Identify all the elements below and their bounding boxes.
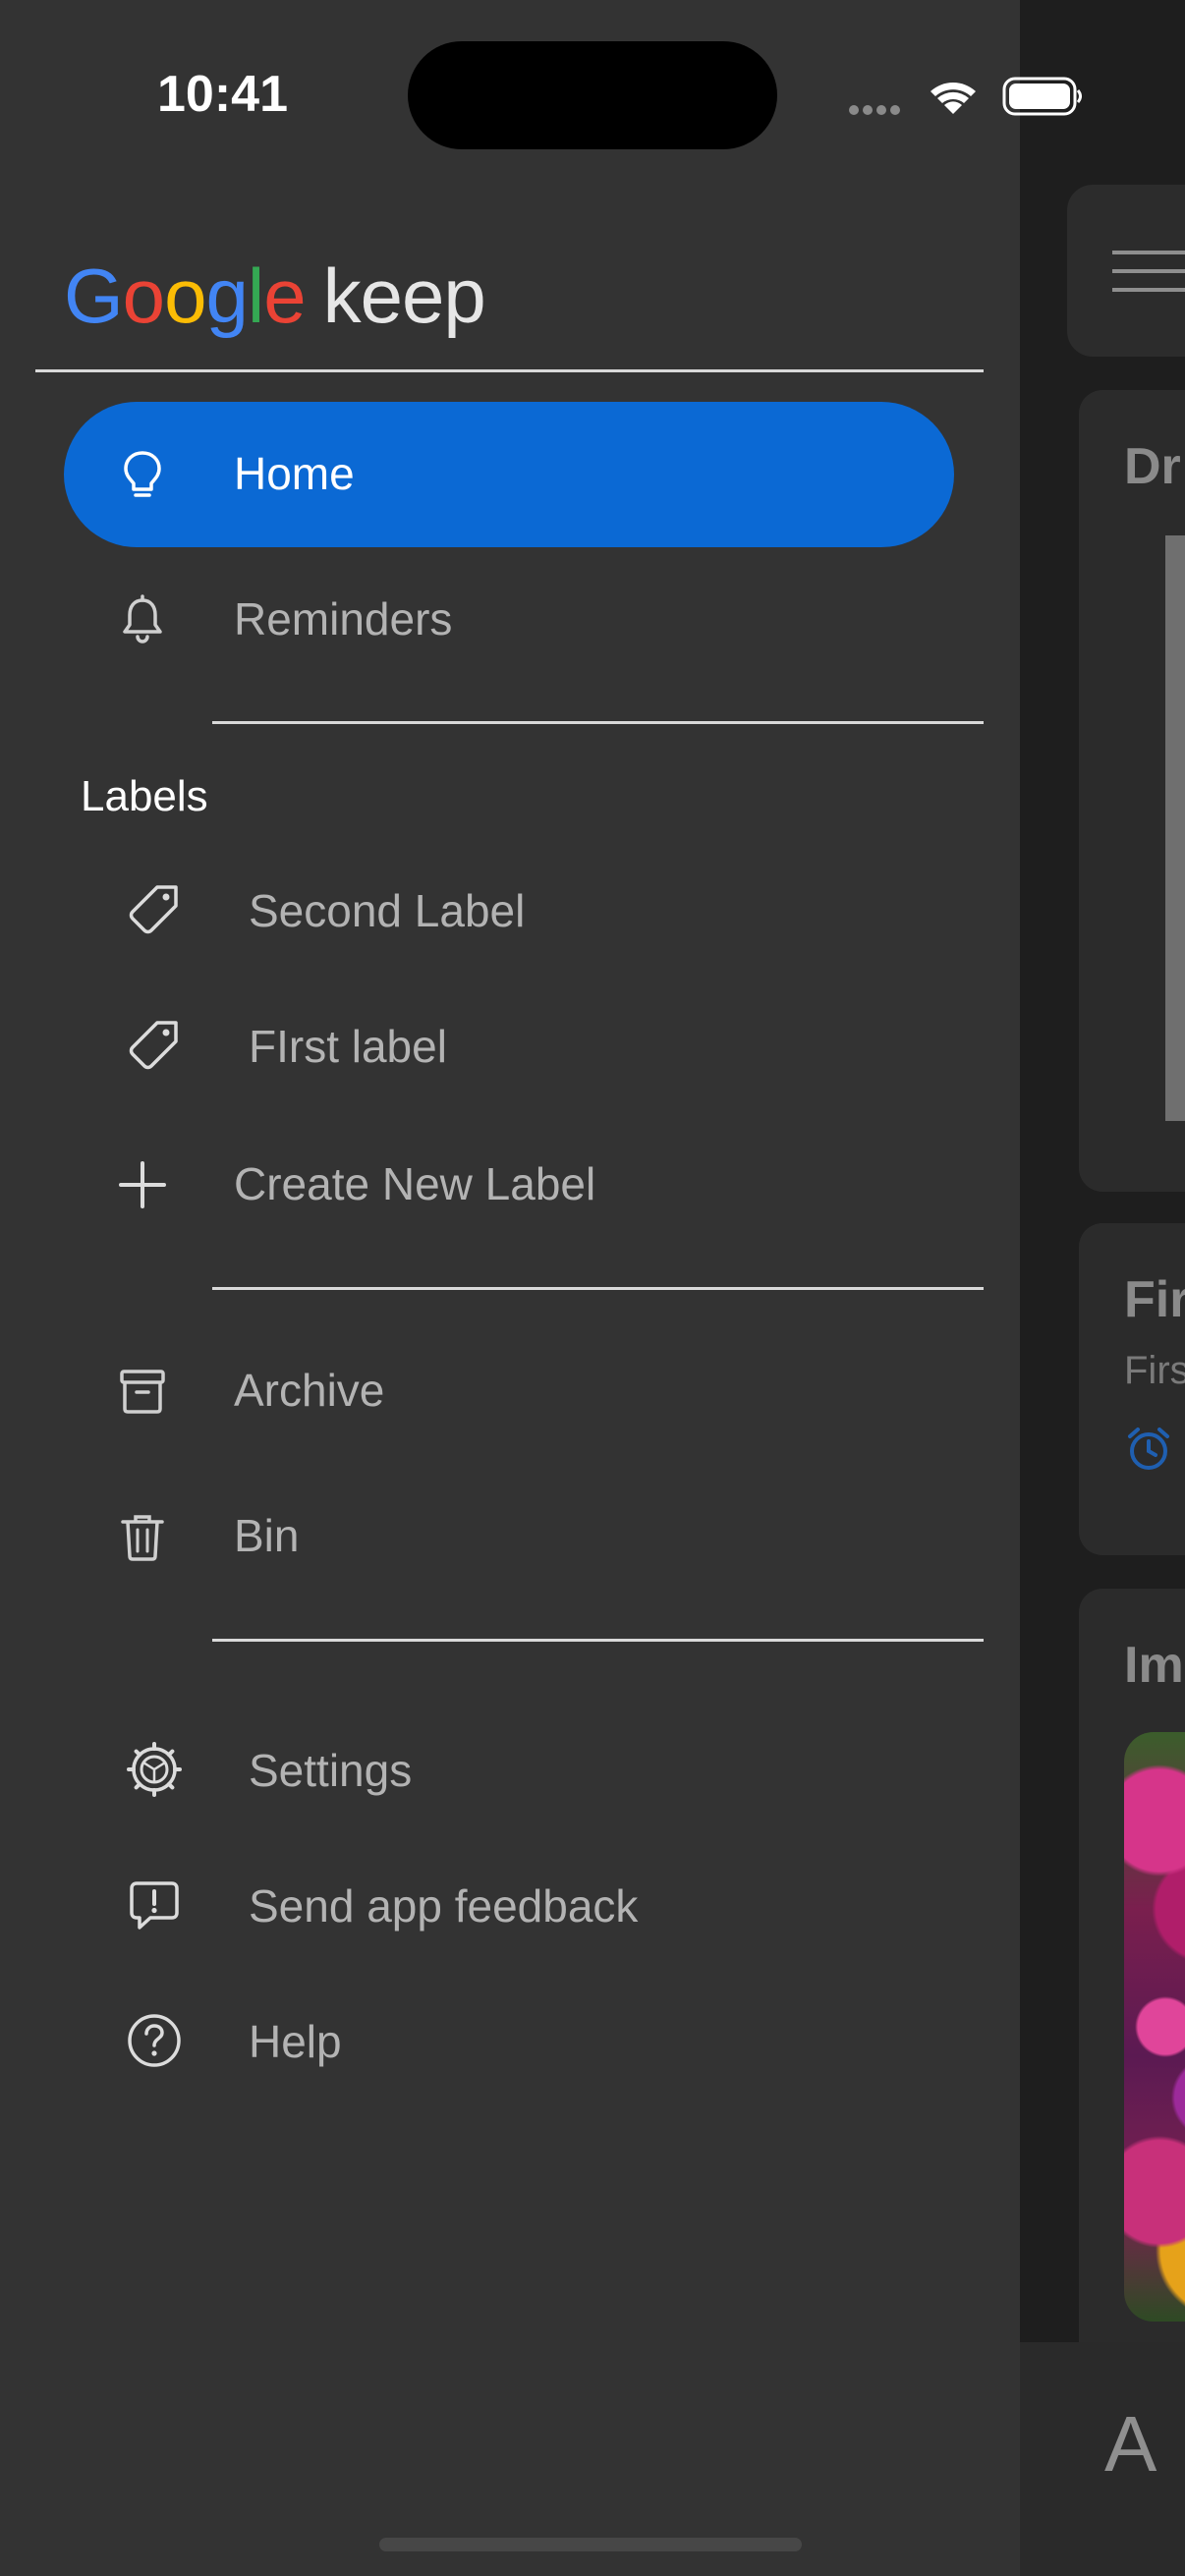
divider xyxy=(212,1639,984,1642)
nav-item-reminders[interactable]: Reminders xyxy=(64,547,954,693)
navigation-drawer: 10:41 Google keep Home Reminders Labels … xyxy=(0,0,1082,2576)
note-card-drawing[interactable]: Dr xyxy=(1079,390,1185,1192)
bottom-toolbar xyxy=(1020,2342,1185,2576)
status-time: 10:41 xyxy=(157,66,288,123)
note-drawing-preview xyxy=(1165,535,1185,1121)
logo-google-wordmark: Google xyxy=(64,252,307,339)
battery-icon xyxy=(1002,77,1082,116)
nav-label-bin: Bin xyxy=(234,1510,300,1561)
dynamic-island xyxy=(408,41,777,149)
label-item-second-label[interactable]: Second Label xyxy=(64,851,954,969)
tag-icon xyxy=(129,1021,178,1070)
status-icons xyxy=(849,77,1082,116)
divider xyxy=(35,369,984,372)
lightbulb-icon xyxy=(124,451,161,497)
feedback-icon xyxy=(130,1881,179,1930)
logo-letter: e xyxy=(263,252,306,339)
divider xyxy=(212,1287,984,1290)
logo-letter: o xyxy=(122,252,165,339)
note-card-image[interactable]: Im xyxy=(1079,1589,1185,2375)
nav-label-home: Home xyxy=(234,448,355,499)
logo-letter: g xyxy=(205,252,248,339)
plus-icon xyxy=(119,1161,166,1208)
note-title: Dr xyxy=(1124,438,1181,495)
labels-heading: Labels xyxy=(81,772,208,820)
logo-letter: l xyxy=(247,252,264,339)
label-name: Second Label xyxy=(249,885,526,936)
app-logo: Google keep xyxy=(64,252,486,341)
gear-icon xyxy=(127,1742,182,1797)
nav-item-settings[interactable]: Settings xyxy=(64,1710,954,1828)
note-title: Im xyxy=(1124,1637,1184,1694)
help-icon xyxy=(128,2014,181,2067)
note-body: Firs xyxy=(1124,1349,1185,1392)
create-new-label-button[interactable]: Create New Label xyxy=(64,1112,954,1258)
alarm-clock-icon xyxy=(1128,1428,1169,1470)
nav-label-settings: Settings xyxy=(249,1745,413,1796)
create-new-label-text: Create New Label xyxy=(234,1158,596,1209)
label-name: FIrst label xyxy=(249,1021,447,1072)
nav-item-help[interactable]: Help xyxy=(64,1982,954,2100)
cellular-signal-icon xyxy=(849,105,900,115)
nav-label-archive: Archive xyxy=(234,1365,385,1416)
nav-label-reminders: Reminders xyxy=(234,593,453,644)
note-image-flowers xyxy=(1124,1732,1185,2322)
archive-icon xyxy=(120,1370,165,1414)
nav-item-bin[interactable]: Bin xyxy=(64,1464,954,1609)
nav-label-send-feedback: Send app feedback xyxy=(249,1880,639,1932)
note-card-first[interactable]: Fir Firs xyxy=(1079,1223,1185,1555)
label-item-first-label[interactable]: FIrst label xyxy=(64,986,954,1104)
divider xyxy=(212,721,984,724)
menu-icon[interactable] xyxy=(1112,251,1185,292)
text-format-icon[interactable]: A xyxy=(1104,2399,1157,2490)
wifi-icon xyxy=(931,83,976,114)
nav-item-archive[interactable]: Archive xyxy=(64,1318,954,1464)
nav-item-send-feedback[interactable]: Send app feedback xyxy=(64,1846,954,1964)
logo-letter: o xyxy=(164,252,206,339)
trash-icon xyxy=(121,1515,164,1561)
logo-letter: G xyxy=(64,252,124,339)
note-title: Fir xyxy=(1124,1271,1185,1328)
tag-icon xyxy=(129,885,178,934)
bell-icon xyxy=(123,594,162,644)
nav-item-home[interactable]: Home xyxy=(64,402,954,547)
home-indicator xyxy=(379,2538,802,2551)
logo-keep-wordmark: keep xyxy=(322,252,486,339)
nav-label-help: Help xyxy=(249,2016,342,2067)
